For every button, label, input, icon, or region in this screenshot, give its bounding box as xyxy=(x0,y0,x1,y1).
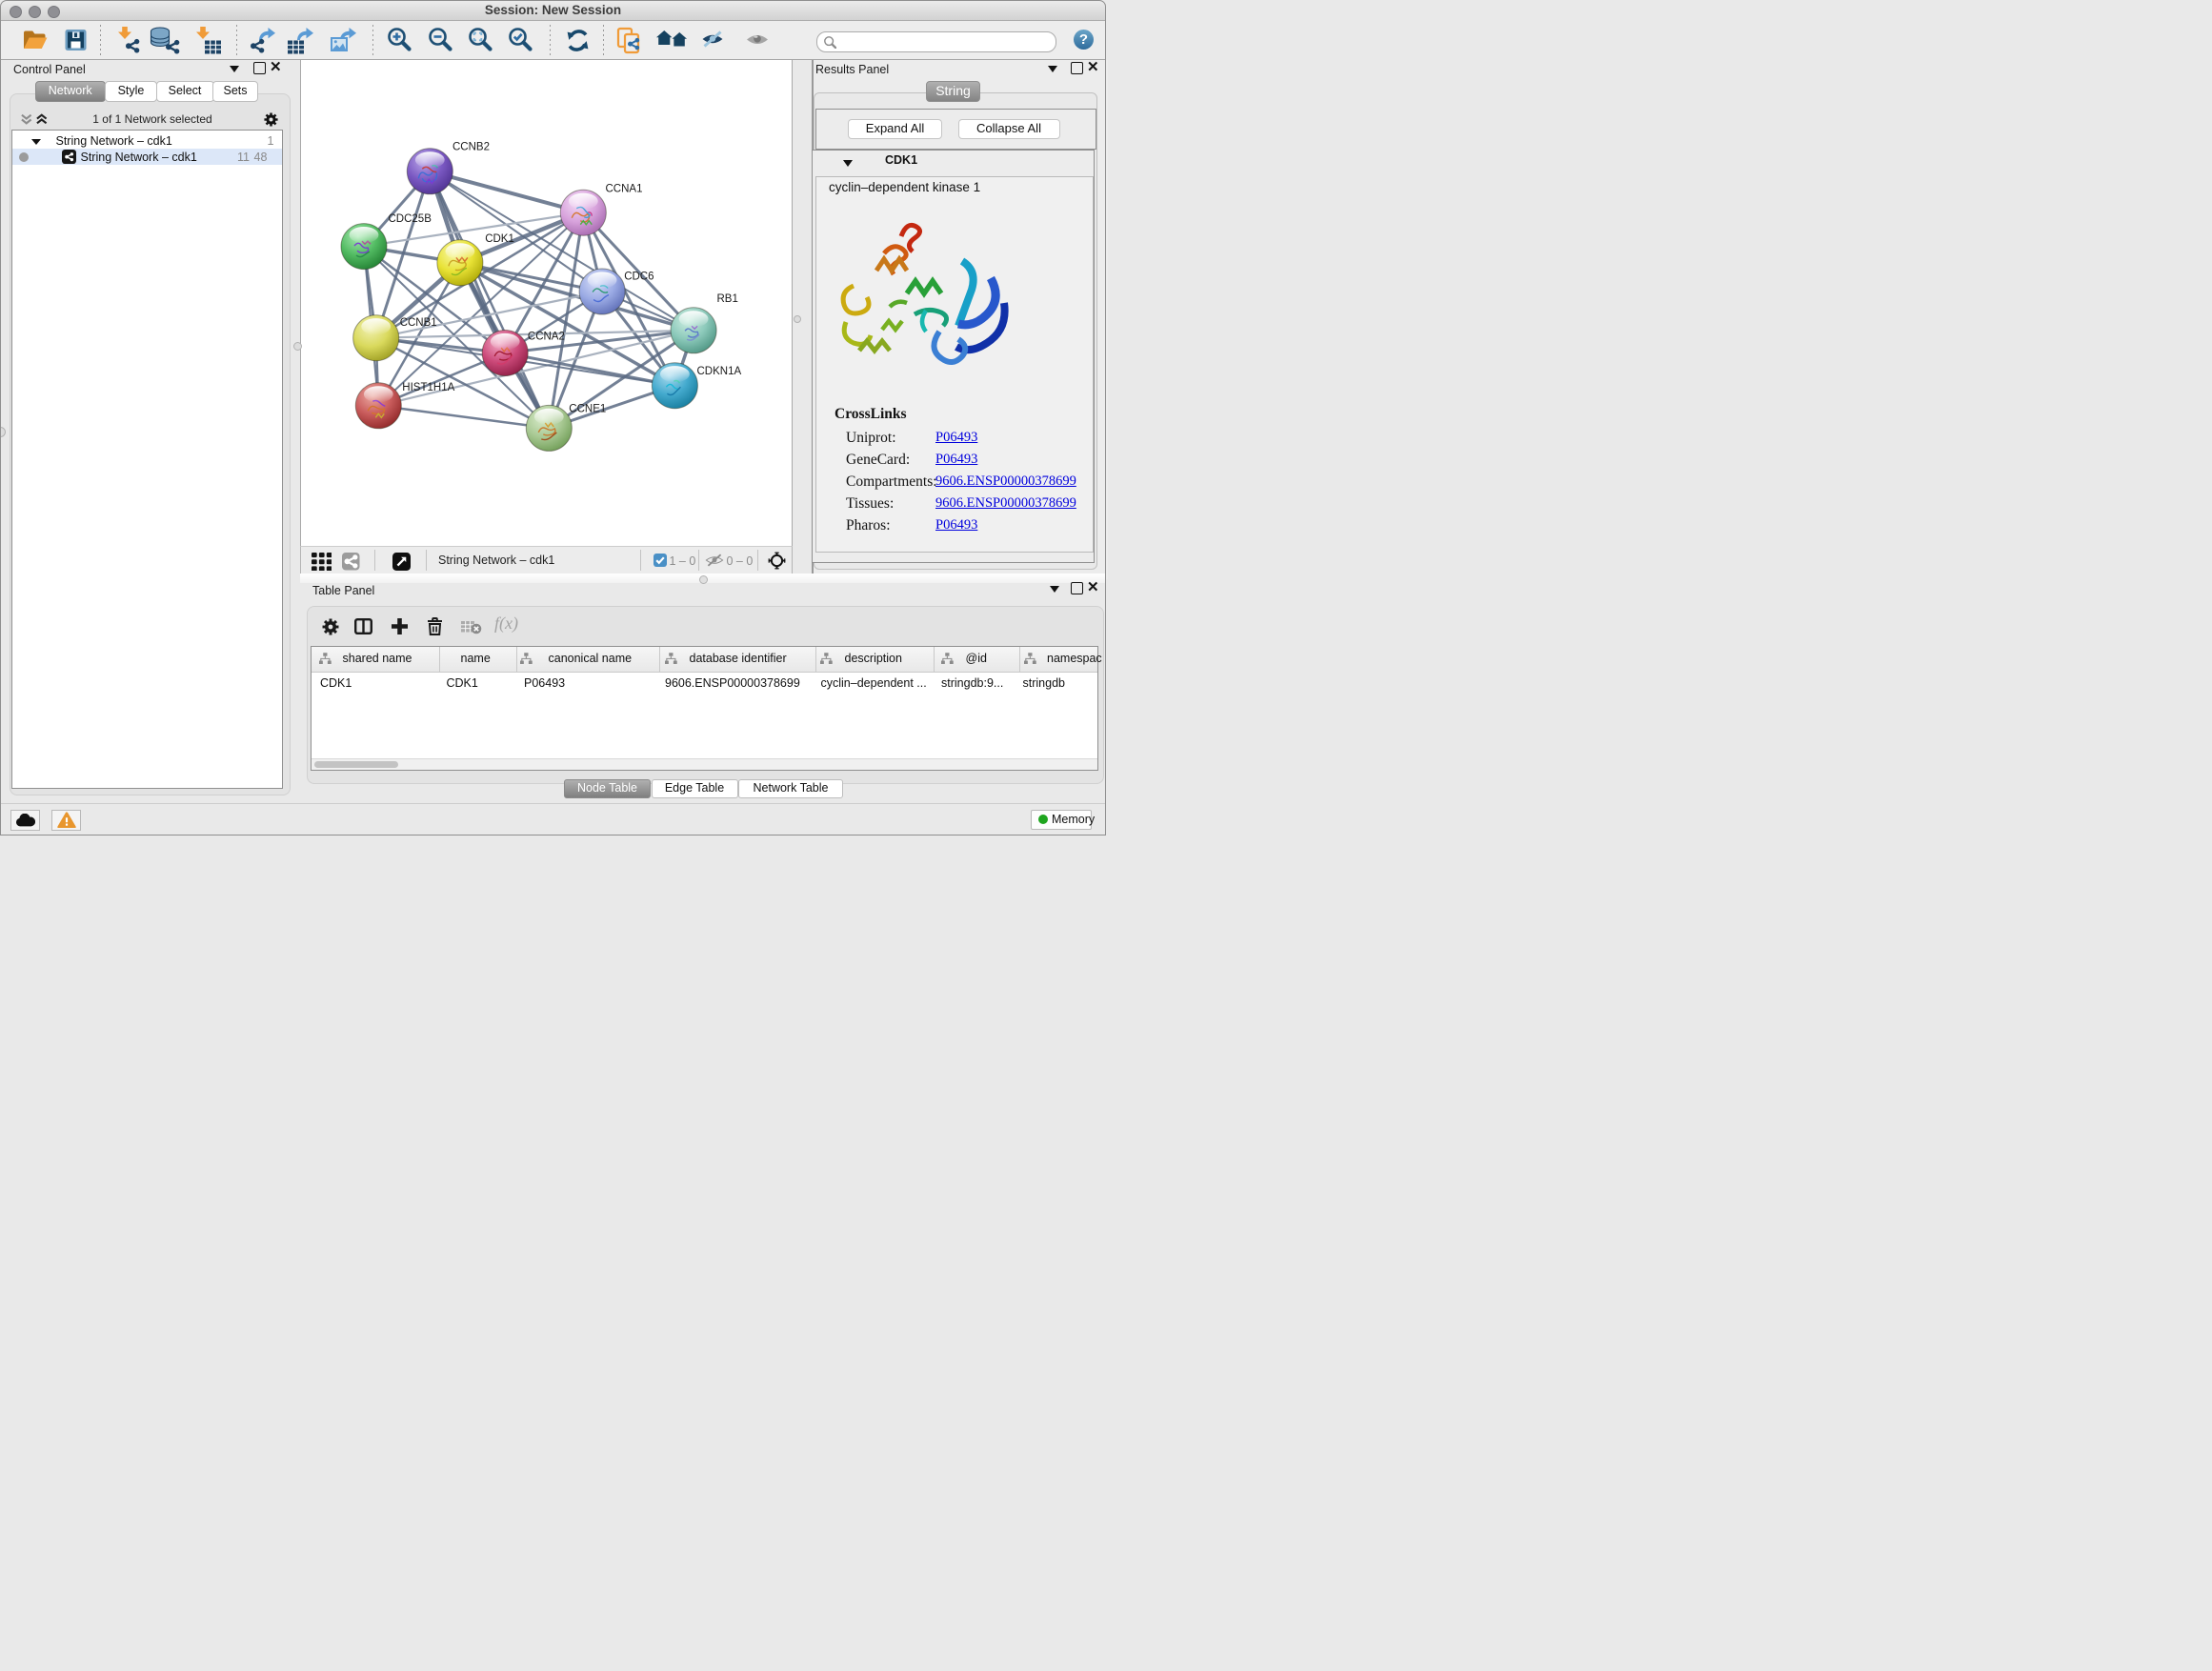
svg-text:CDK1: CDK1 xyxy=(485,233,514,245)
svg-text:CCNB1: CCNB1 xyxy=(399,317,436,329)
svg-text:CDC6: CDC6 xyxy=(624,272,654,283)
svg-text:CCNA1: CCNA1 xyxy=(605,184,642,195)
svg-text:CDC25B: CDC25B xyxy=(388,213,432,225)
svg-text:CDKN1A: CDKN1A xyxy=(696,366,741,377)
svg-text:CCNA2: CCNA2 xyxy=(527,332,564,343)
svg-text:CCNB2: CCNB2 xyxy=(452,142,490,153)
svg-text:HIST1H1A: HIST1H1A xyxy=(402,382,454,393)
svg-text:CCNE1: CCNE1 xyxy=(569,404,606,415)
svg-text:RB1: RB1 xyxy=(716,293,737,305)
